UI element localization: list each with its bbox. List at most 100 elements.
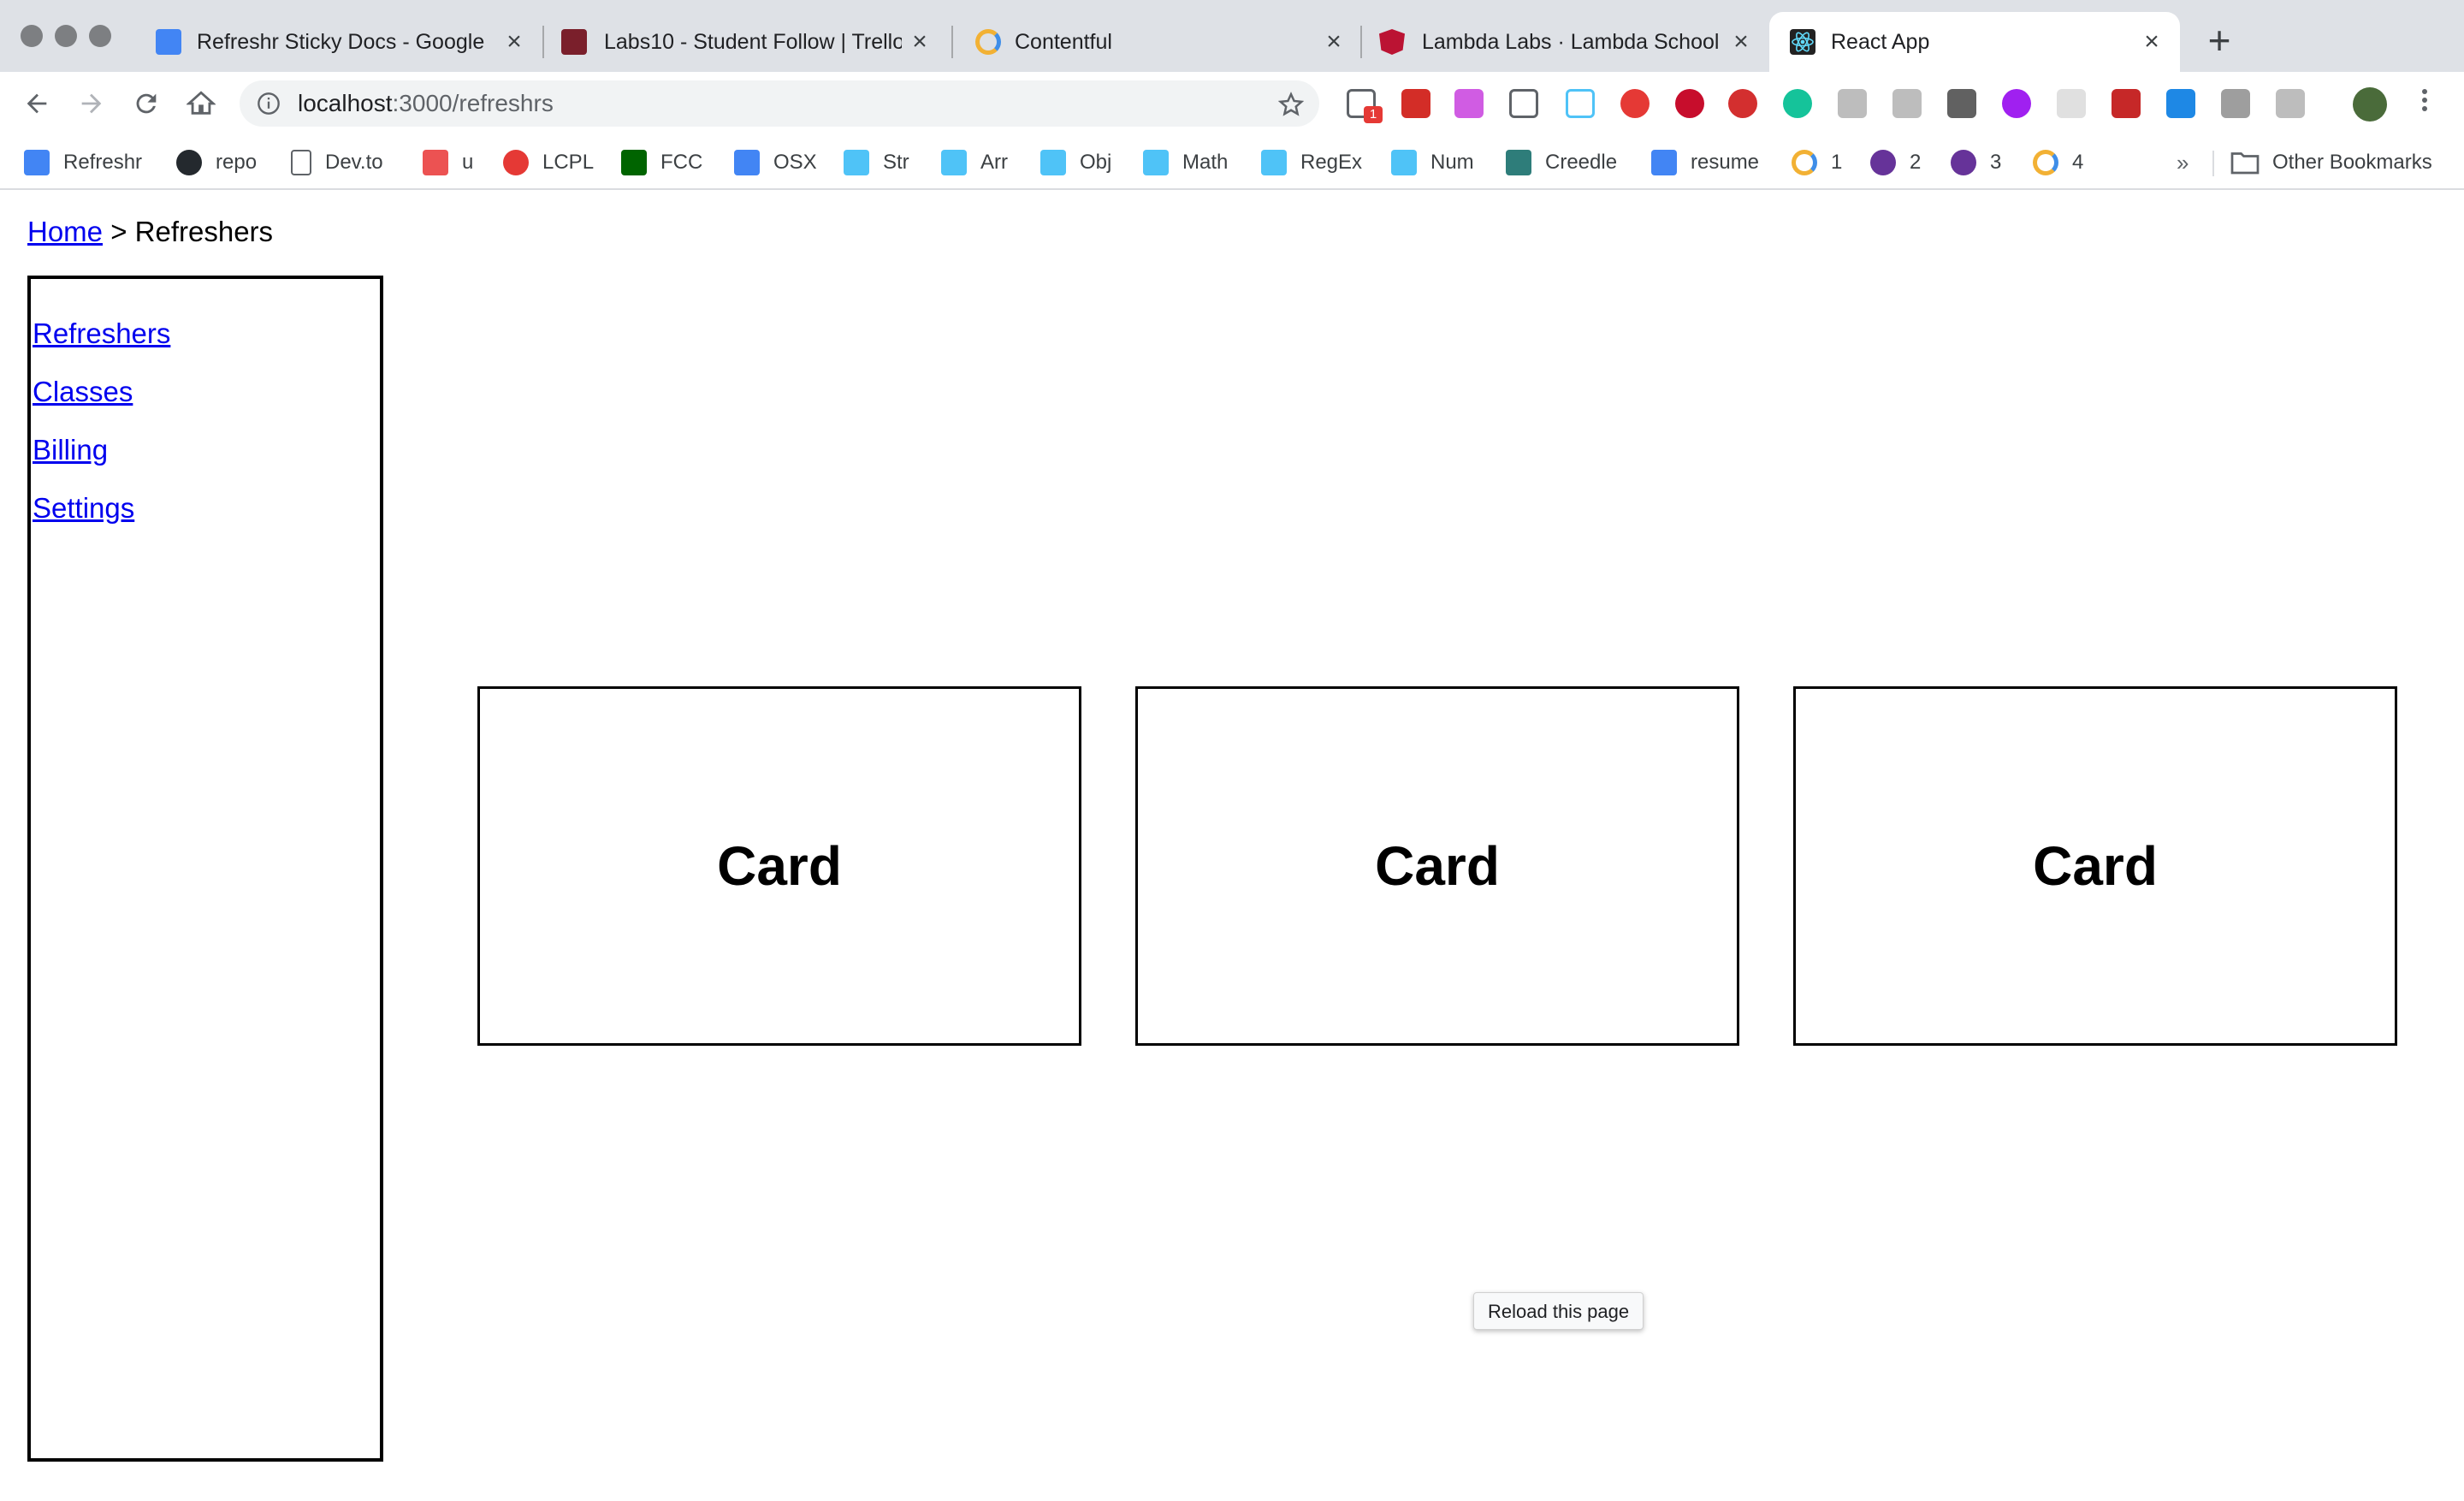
browser-tab-trello[interactable]: Labs10 - Student Follow | Trello × — [524, 12, 950, 72]
breadcrumb-home-link[interactable]: Home — [27, 216, 103, 247]
bookmark-11[interactable]: Math — [1143, 147, 1228, 178]
bookmark-17[interactable]: 2 — [1870, 147, 1921, 178]
browser-toolbar: localhost:3000/refreshrs — [0, 72, 2464, 135]
card-grid: Card Card Card — [477, 686, 2397, 1046]
github-icon — [176, 150, 202, 175]
card-3[interactable]: Card — [1793, 686, 2397, 1046]
bookmark-14[interactable]: Creedle — [1506, 147, 1617, 178]
browser-tab-lambda-labs[interactable]: Lambda Labs · Lambda School × — [1342, 12, 1769, 72]
trello-icon — [561, 29, 587, 55]
forward-button[interactable] — [70, 82, 113, 125]
screencast-icon[interactable] — [1620, 89, 1650, 118]
other-bookmarks-label: Other Bookmarks — [2272, 151, 2432, 174]
bookmark-label: Math — [1182, 151, 1229, 174]
bookmark-13[interactable]: Num — [1391, 147, 1474, 178]
tab-close-icon[interactable]: × — [905, 27, 934, 56]
bookmark-label: repo — [216, 151, 258, 174]
window-close-button[interactable] — [21, 25, 43, 47]
bookmark-15[interactable]: resume — [1651, 147, 1759, 178]
sidebar-link-settings[interactable]: Settings — [31, 479, 380, 537]
url-text[interactable]: localhost:3000/refreshrs — [298, 80, 554, 127]
bookmark-16[interactable]: 1 — [1792, 147, 1842, 178]
window-minimize-button[interactable] — [55, 25, 77, 47]
gatsby-icon — [1870, 150, 1896, 175]
browser-tab-refreshr-docs[interactable]: Refreshr Sticky Docs - Google × — [116, 12, 542, 72]
bookmark-8[interactable]: Str — [844, 147, 909, 178]
react-icon — [1790, 29, 1815, 55]
gatsby-icon — [1951, 150, 1976, 175]
bookmark-label: Str — [883, 151, 909, 174]
bookmark-2[interactable]: repo — [176, 147, 257, 178]
bookmark-label: Num — [1430, 151, 1474, 174]
breadcrumb-current: Refreshers — [134, 216, 274, 247]
bookmark-18[interactable]: 3 — [1951, 147, 2001, 178]
flag-extension-icon[interactable] — [2166, 89, 2195, 118]
bookmark-star-icon[interactable] — [1277, 92, 1305, 122]
purple-extension-icon[interactable] — [2002, 89, 2031, 118]
tab-title: Lambda Labs · Lambda School — [1422, 30, 1720, 54]
s-extension-icon[interactable] — [1947, 89, 1976, 118]
bookmark-1[interactable]: Refreshr — [24, 147, 142, 178]
sidebar-nav: Refreshers Classes Billing Settings — [27, 276, 383, 1462]
bookmark-6[interactable]: FCC — [621, 147, 702, 178]
freecodecamp-icon — [621, 150, 647, 175]
bookmark-9[interactable]: Arr — [941, 147, 1008, 178]
other-bookmarks-folder[interactable]: Other Bookmarks — [2230, 147, 2432, 178]
panther-icon — [941, 150, 967, 175]
bookmark-label: OSX — [773, 151, 817, 174]
bookmark-5[interactable]: LCPL — [503, 147, 594, 178]
reload-icon — [136, 93, 157, 114]
info-icon[interactable] — [257, 92, 281, 120]
lastpass-icon[interactable] — [1401, 89, 1430, 118]
adblock-plus-icon[interactable] — [1675, 89, 1704, 118]
font-extension-icon[interactable] — [1838, 89, 1867, 118]
grammarly-icon[interactable] — [1783, 89, 1812, 118]
tab-title: Refreshr Sticky Docs - Google — [197, 30, 485, 54]
gradient-extension-icon[interactable] — [1454, 89, 1484, 118]
new-tab-button[interactable]: + — [2200, 21, 2238, 60]
url-host: localhost — [298, 90, 393, 116]
browser-tab-contentful[interactable]: Contentful × — [933, 12, 1359, 72]
bookmark-10[interactable]: Obj — [1040, 147, 1111, 178]
panther-icon — [1391, 150, 1417, 175]
google-docs-icon — [24, 150, 50, 175]
panther-icon — [1040, 150, 1066, 175]
bookmark-12[interactable]: RegEx — [1261, 147, 1362, 178]
bookmark-label: RegEx — [1300, 151, 1363, 174]
bookmark-label: LCPL — [542, 151, 595, 174]
bookmark-label: 1 — [1831, 151, 1843, 174]
bookmark-4[interactable]: u — [423, 147, 473, 178]
eyedropper-icon[interactable] — [1566, 89, 1595, 118]
panther-icon — [1143, 150, 1169, 175]
home-button[interactable] — [180, 82, 222, 125]
yab-icon[interactable] — [1728, 89, 1757, 118]
library-icon — [503, 150, 529, 175]
screenshot-icon[interactable] — [1509, 89, 1538, 118]
bookmark-3[interactable]: Dev.to — [291, 147, 383, 178]
window-zoom-button[interactable] — [89, 25, 111, 47]
browser-tab-react-app[interactable]: React App × — [1769, 12, 2180, 72]
address-bar[interactable]: localhost:3000/refreshrs — [240, 80, 1319, 127]
sidebar-link-classes[interactable]: Classes — [31, 363, 380, 421]
sidebar-link-billing[interactable]: Billing — [31, 421, 380, 479]
card-1[interactable]: Card — [477, 686, 1081, 1046]
sidebar-link-refreshers[interactable]: Refreshers — [31, 305, 380, 363]
bookmark-label: Obj — [1080, 151, 1112, 174]
tab-title: Labs10 - Student Follow | Trello — [604, 30, 902, 54]
browser-menu-button[interactable] — [2414, 86, 2435, 123]
bookmark-7[interactable]: OSX — [734, 147, 817, 178]
bookmark-19[interactable]: 4 — [2033, 147, 2083, 178]
timer-extension-icon[interactable] — [2057, 89, 2086, 118]
chat-extension-icon[interactable] — [1892, 89, 1922, 118]
tab-close-icon[interactable]: × — [2137, 27, 2166, 56]
profile-avatar[interactable] — [2353, 87, 2387, 122]
sitemap-icon[interactable] — [2276, 89, 2305, 118]
back-button[interactable] — [15, 82, 58, 125]
bookmarks-overflow-button[interactable]: » — [2177, 147, 2189, 178]
camera-icon[interactable] — [2221, 89, 2250, 118]
reload-button[interactable] — [125, 82, 168, 125]
puzzle-extension-icon[interactable] — [2112, 89, 2141, 118]
forward-arrow-icon — [81, 93, 102, 114]
card-2[interactable]: Card — [1135, 686, 1739, 1046]
tab-close-icon[interactable]: × — [1727, 27, 1756, 56]
